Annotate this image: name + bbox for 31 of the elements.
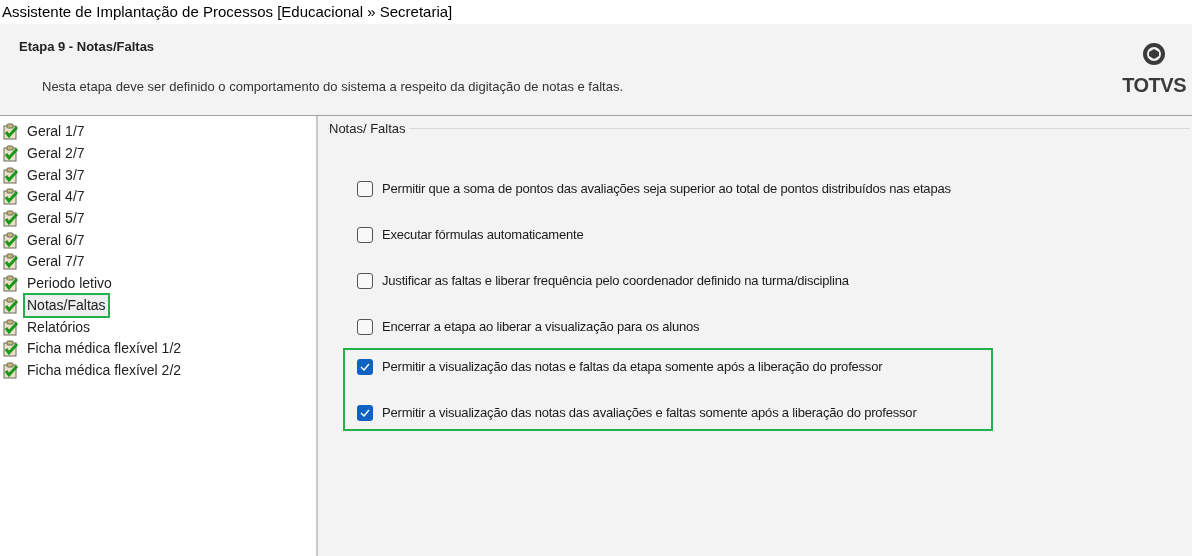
checkmark-icon <box>360 362 370 371</box>
checkbox[interactable] <box>357 404 373 421</box>
step-item[interactable]: Geral 5/7 <box>25 208 87 230</box>
checkbox[interactable] <box>357 226 373 243</box>
step-item[interactable]: Notas/Faltas <box>25 294 108 316</box>
checkbox[interactable] <box>357 318 373 335</box>
step-item[interactable]: Periodo letivo <box>25 273 114 295</box>
checkbox-label: Permitir que a soma de pontos das avaliações seja superior ao total de pontos distribuídos nas etapas <box>382 179 951 198</box>
checkbox-label: Permitir a visualização das notas e faltas da etapa somente após a liberação do professor <box>382 357 883 376</box>
checkbox[interactable] <box>357 272 373 289</box>
logo-text: TOTVS <box>1122 73 1186 98</box>
step-item[interactable]: Ficha médica flexível 2/2 <box>25 359 184 381</box>
step-item[interactable]: Geral 6/7 <box>25 229 87 251</box>
window-title: Assistente de Implantação de Processos [Educacional » Secretaria] <box>2 1 453 22</box>
step-item[interactable]: Geral 7/7 <box>25 251 87 273</box>
step-title: Etapa 9 - Notas/Faltas <box>19 38 156 56</box>
checkbox[interactable] <box>357 358 373 375</box>
checkbox-label: Executar fórmulas automaticamente <box>382 225 584 244</box>
step-item[interactable]: Relatórios <box>25 316 93 338</box>
checkbox-label: Justificar as faltas e liberar frequência pelo coordenador definido na turma/disciplina <box>382 271 849 290</box>
step-item[interactable]: Geral 1/7 <box>25 121 87 143</box>
checkbox[interactable] <box>357 180 373 197</box>
step-item[interactable]: Geral 4/7 <box>25 186 87 208</box>
checkmark-icon <box>360 408 370 417</box>
step-item[interactable]: Geral 3/7 <box>25 164 87 186</box>
checkbox-label: Permitir a visualização das notas das avaliações e faltas somente após a liberação do professor <box>382 403 917 422</box>
step-item[interactable]: Geral 2/7 <box>25 143 87 165</box>
step-description: Nesta etapa deve ser definido o comportamento do sistema a respeito da digitação de notas e faltas. <box>42 77 624 96</box>
checkbox-label: Encerrar a etapa ao liberar a visualização para os alunos <box>382 317 700 336</box>
step-item[interactable]: Ficha médica flexível 1/2 <box>25 338 184 360</box>
logo-icon <box>1142 42 1167 66</box>
